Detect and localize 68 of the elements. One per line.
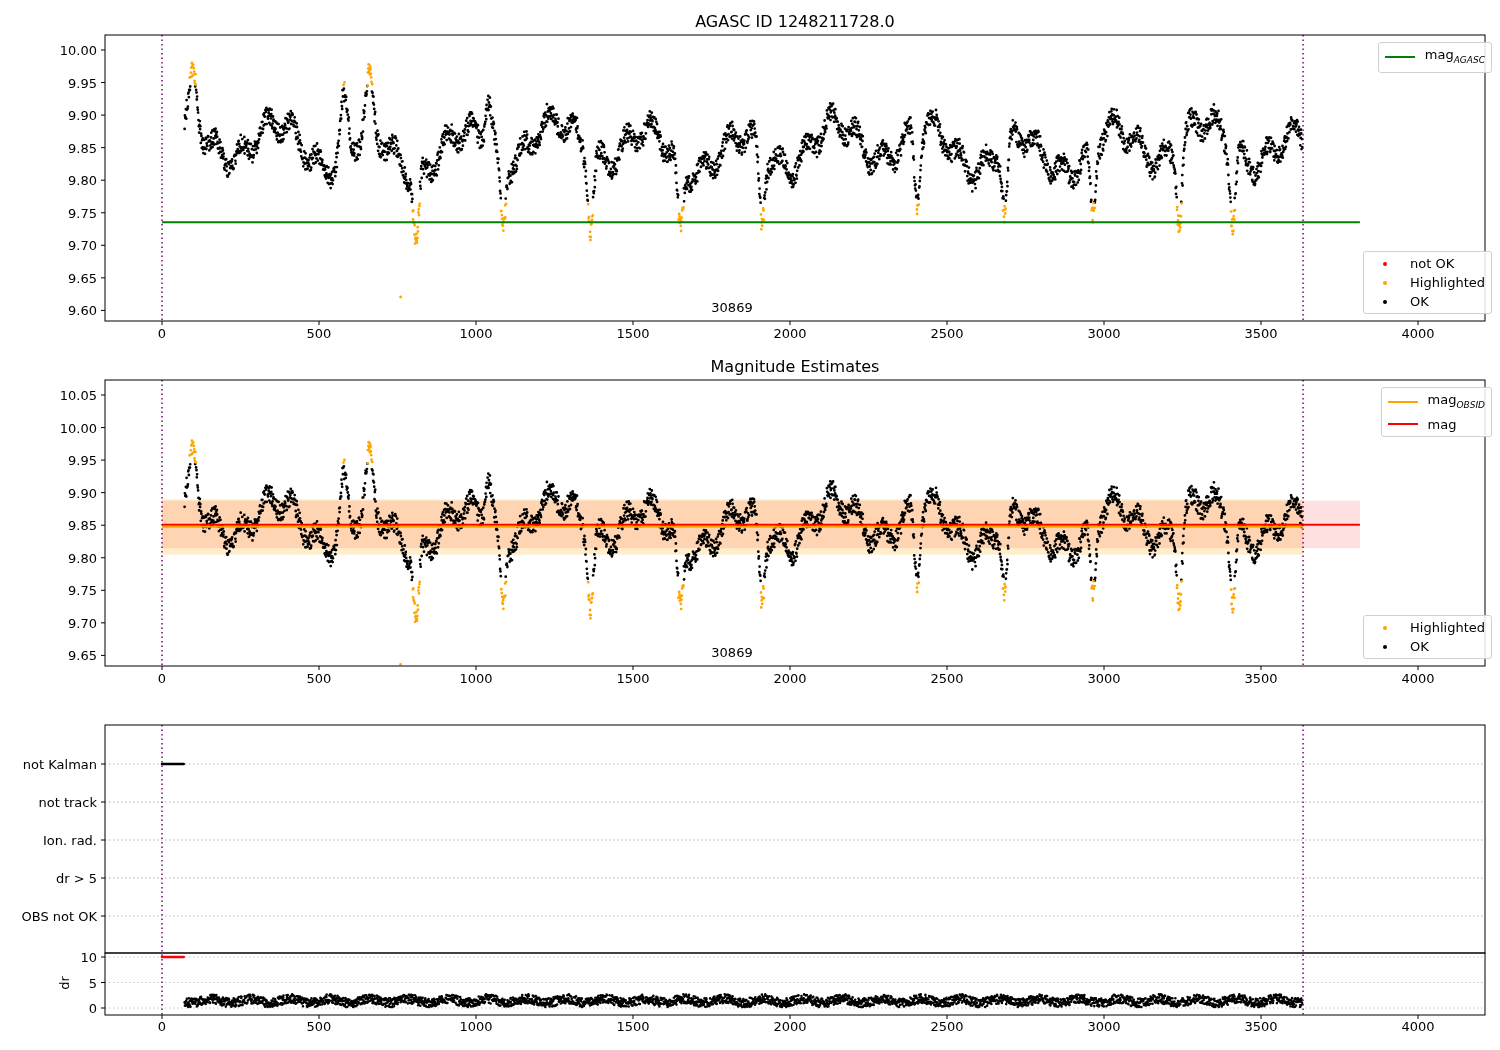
y-tick-label: 10.00 xyxy=(59,43,97,58)
x-tick-label: 3500 xyxy=(1244,1019,1278,1034)
x-tick-label: 1500 xyxy=(616,671,650,686)
flag-points-drawing xyxy=(160,762,185,766)
legend-label: not OK xyxy=(1410,255,1455,272)
legend-label: Highlighted xyxy=(1410,274,1485,291)
y-tick-label: 9.85 xyxy=(68,518,97,534)
dr-outlier-points-drawing xyxy=(160,955,185,959)
annotation-label: 30869 xyxy=(711,300,753,315)
x-tick-label: 2000 xyxy=(773,326,807,341)
y-tick-label: 5 xyxy=(88,975,97,991)
y-tick-label: 9.75 xyxy=(68,205,97,221)
category-label: dr > 5 xyxy=(55,871,97,886)
x-tick-label: 1000 xyxy=(459,671,493,686)
annotation-label: 30869 xyxy=(711,645,753,660)
x-tick-label: 4000 xyxy=(1401,671,1435,686)
y-tick-label: 10.05 xyxy=(59,388,97,403)
legend-label: mag$_{AGASC}$ xyxy=(1424,46,1485,67)
category-label: not Kalman xyxy=(22,757,97,772)
legend-label: mag$_{OBSID}$ xyxy=(1427,391,1485,412)
y-tick-label: 9.95 xyxy=(68,75,97,91)
x-tick-label: 1000 xyxy=(459,326,493,341)
y-tick-label: 9.60 xyxy=(68,303,97,319)
y-tick-label: 9.65 xyxy=(68,270,97,286)
y-tick-label: 10.00 xyxy=(59,420,97,436)
x-tick-label: 1500 xyxy=(616,326,650,341)
x-tick-label: 500 xyxy=(306,671,332,686)
x-tick-label: 4000 xyxy=(1401,1019,1435,1034)
legend-label: Highlighted xyxy=(1410,619,1485,636)
x-tick-label: 3000 xyxy=(1087,1019,1121,1034)
y-tick-label: 0 xyxy=(88,1001,97,1016)
legend-label: OK xyxy=(1410,638,1429,655)
chart-title: AGASC ID 1248211728.0 xyxy=(695,12,895,31)
y-tick-label: 9.70 xyxy=(68,615,97,631)
x-tick-label: 0 xyxy=(157,1019,167,1034)
x-tick-label: 3000 xyxy=(1087,326,1121,341)
x-tick-label: 1500 xyxy=(616,1019,650,1034)
x-tick-label: 3500 xyxy=(1244,326,1278,341)
x-tick-label: 2000 xyxy=(773,1019,807,1034)
x-tick-label: 2500 xyxy=(930,671,964,686)
legend-label: OK xyxy=(1410,293,1429,310)
x-tick-label: 500 xyxy=(306,326,332,341)
chart-title: Magnitude Estimates xyxy=(710,357,880,376)
category-label: OBS not OK xyxy=(21,909,97,924)
x-tick-label: 2500 xyxy=(930,326,964,341)
legend-label: mag xyxy=(1427,415,1457,433)
y-tick-label: 9.80 xyxy=(68,550,97,566)
x-tick-label: 500 xyxy=(306,1019,332,1034)
x-tick-label: 2500 xyxy=(930,1019,964,1034)
y-tick-label: 9.90 xyxy=(68,108,97,124)
category-label: not track xyxy=(38,795,97,810)
x-tick-label: 3000 xyxy=(1087,671,1121,686)
x-tick-label: 0 xyxy=(157,671,167,686)
category-label: Ion. rad. xyxy=(43,833,97,848)
x-tick-label: 1000 xyxy=(459,1019,493,1034)
x-tick-label: 0 xyxy=(157,326,167,341)
x-tick-label: 4000 xyxy=(1401,326,1435,341)
y-tick-label: 9.75 xyxy=(68,583,97,599)
axis-label: dr xyxy=(57,976,72,990)
x-tick-label: 3500 xyxy=(1244,671,1278,686)
y-tick-label: 9.80 xyxy=(68,173,97,189)
y-tick-label: 9.70 xyxy=(68,238,97,254)
y-tick-label: 9.95 xyxy=(68,453,97,469)
y-tick-label: 10 xyxy=(80,950,97,965)
y-tick-label: 9.90 xyxy=(68,485,97,501)
y-tick-label: 9.65 xyxy=(68,648,97,664)
y-tick-label: 9.85 xyxy=(68,140,97,156)
x-tick-label: 2000 xyxy=(773,671,807,686)
